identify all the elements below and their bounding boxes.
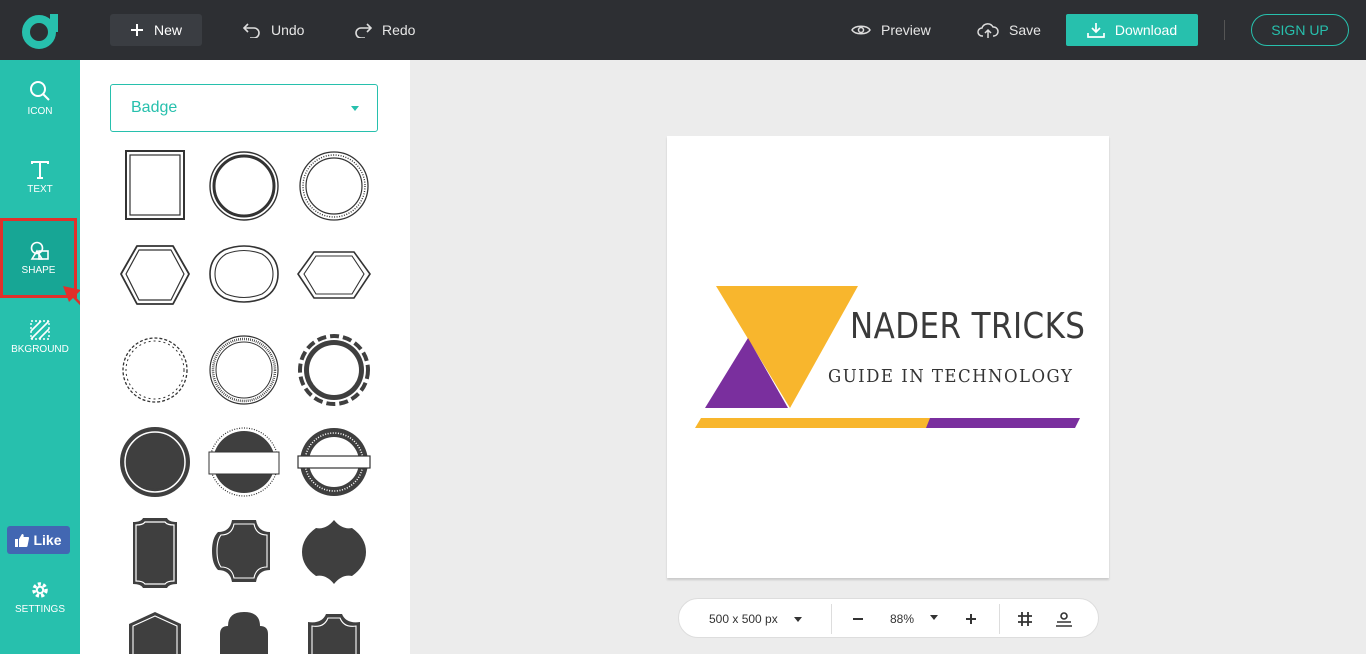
search-icon — [30, 81, 50, 101]
preview-button[interactable]: Preview — [851, 14, 931, 46]
redo-button[interactable]: Redo — [354, 14, 415, 46]
signup-button[interactable]: SIGN UP — [1251, 14, 1349, 46]
chevron-down-icon — [793, 616, 802, 622]
toolbar-divider — [1224, 20, 1225, 40]
sidebar-item-label: SETTINGS — [14, 604, 65, 615]
badge-shape[interactable] — [294, 422, 374, 502]
logo-graphic[interactable] — [690, 280, 1090, 440]
badge-shape[interactable] — [204, 238, 284, 318]
thumbs-up-icon — [15, 533, 30, 547]
preview-label: Preview — [881, 22, 931, 38]
save-button[interactable]: Save — [977, 14, 1041, 46]
facebook-like-button[interactable]: Like — [7, 526, 70, 554]
badge-shape[interactable] — [115, 146, 195, 226]
download-icon — [1087, 23, 1105, 38]
sidebar-item-icon[interactable]: ICON — [0, 80, 80, 117]
eye-icon — [851, 25, 871, 35]
gear-icon — [32, 582, 48, 598]
plus-icon — [966, 614, 976, 624]
badge-shape[interactable] — [115, 422, 195, 502]
minus-icon — [853, 618, 863, 620]
redo-icon — [355, 23, 372, 38]
save-label: Save — [1009, 22, 1041, 38]
grid-toggle-button[interactable] — [1017, 599, 1033, 639]
badge-shape[interactable] — [204, 422, 284, 502]
badge-shape[interactable] — [204, 146, 284, 226]
badge-shape[interactable] — [204, 606, 284, 654]
cloud-upload-icon — [977, 23, 999, 38]
sidebar-item-label: SHAPE — [21, 264, 56, 276]
undo-button[interactable]: Undo — [243, 14, 304, 46]
brand-title-text[interactable]: NADER TRICKS — [850, 306, 1085, 347]
new-button[interactable]: New — [110, 14, 202, 46]
new-label: New — [153, 22, 182, 38]
app-logo[interactable] — [20, 10, 60, 50]
badge-shape[interactable] — [294, 238, 374, 318]
download-label: Download — [1114, 22, 1178, 38]
sidebar-item-label: TEXT — [27, 184, 53, 195]
redo-label: Redo — [382, 22, 416, 38]
badge-shape[interactable] — [294, 146, 374, 226]
plus-icon — [130, 24, 143, 36]
badge-shape[interactable] — [115, 330, 195, 410]
shape-icon — [30, 241, 49, 260]
download-button[interactable]: Download — [1066, 14, 1198, 46]
align-button[interactable] — [1055, 599, 1073, 639]
zoom-in-button[interactable] — [965, 599, 977, 639]
stamp-icon — [1056, 612, 1072, 627]
bar-divider — [999, 604, 1000, 634]
top-toolbar: New Undo Redo Preview Save Download SIGN… — [0, 0, 1366, 60]
sidebar-item-settings[interactable]: SETTINGS — [0, 580, 80, 615]
category-dropdown-value: Badge — [131, 99, 178, 116]
background-icon — [30, 320, 50, 340]
badge-shape[interactable] — [115, 606, 195, 654]
chevron-down-icon — [930, 615, 939, 620]
badge-shape[interactable] — [294, 330, 374, 410]
badge-shape[interactable] — [294, 514, 374, 594]
sidebar-item-text[interactable]: TEXT — [0, 160, 80, 195]
chevron-down-icon — [351, 106, 359, 111]
bar-divider — [831, 604, 832, 634]
zoom-level-select[interactable]: 88% — [890, 599, 939, 639]
badge-shape[interactable] — [115, 238, 195, 318]
undo-label: Undo — [271, 22, 305, 38]
zoom-level-label: 88% — [890, 612, 915, 626]
canvas-size-label: 500 x 500 px — [709, 612, 778, 626]
text-icon — [31, 161, 49, 179]
grid-icon — [1018, 612, 1032, 626]
zoom-out-button[interactable] — [852, 599, 864, 639]
canvas-controls-bar: 500 x 500 px 88% — [678, 598, 1099, 638]
like-label: Like — [33, 532, 62, 548]
shape-panel: Badge — [80, 60, 410, 654]
canvas-size-select[interactable]: 500 x 500 px — [709, 599, 802, 639]
tagline-text[interactable]: GUIDE IN TECHNOLOGY — [828, 366, 1073, 387]
badge-shape[interactable] — [204, 330, 284, 410]
sidebar-item-label: ICON — [27, 106, 53, 117]
badge-shape[interactable] — [294, 606, 374, 654]
badge-shape[interactable] — [204, 514, 284, 594]
category-dropdown[interactable]: Badge — [110, 84, 378, 132]
undo-icon — [243, 23, 260, 38]
badge-shape[interactable] — [115, 514, 195, 594]
